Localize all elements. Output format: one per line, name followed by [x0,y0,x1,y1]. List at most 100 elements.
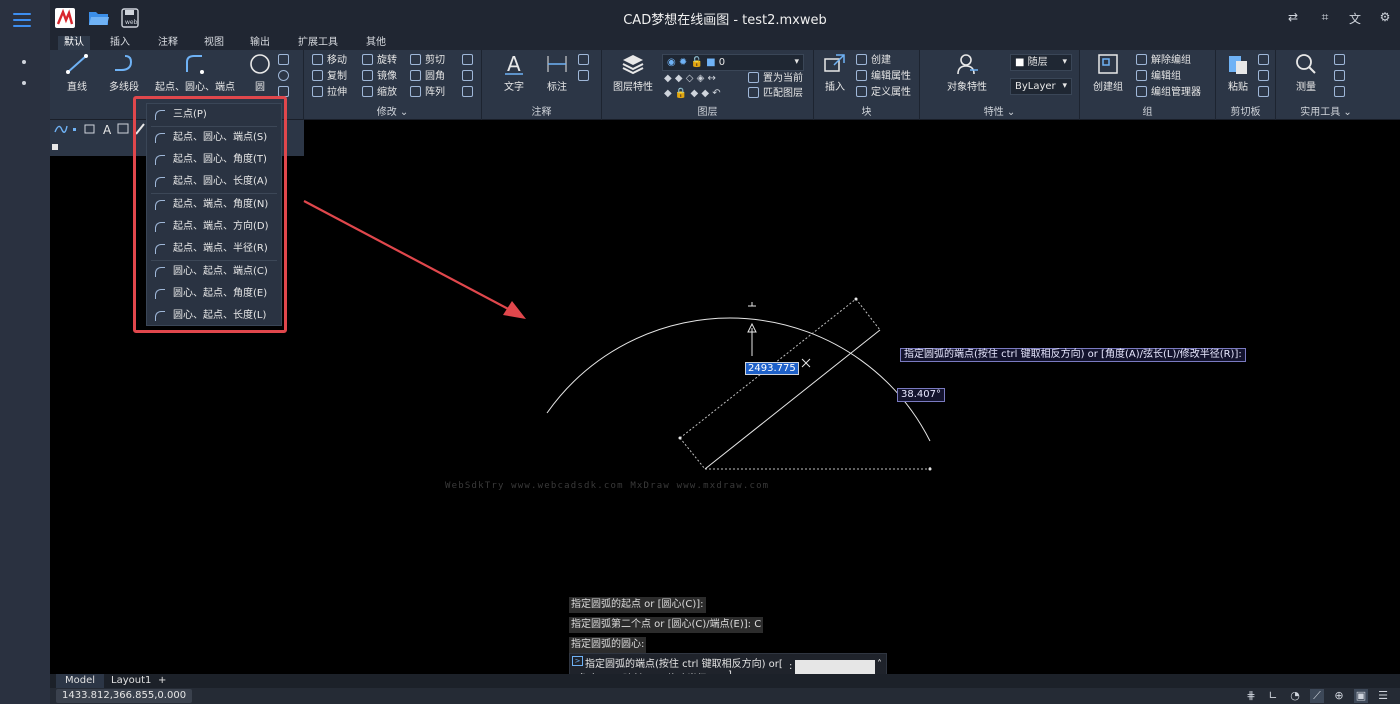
rail-dot-icon[interactable] [22,60,26,64]
group-manager-button[interactable]: 编组管理器 [1136,86,1201,100]
cursor-coordinates: 1433.812,366.855,0.000 [56,689,193,703]
quick-select-icon[interactable] [1334,70,1349,84]
dynamic-input-icon[interactable]: ▣ [1354,689,1368,703]
measure-label: 测量 [1296,82,1316,93]
copy-button[interactable]: 复制 [312,70,347,84]
erase-icon[interactable] [462,54,477,68]
layer-properties-label: 图层特性 [613,82,653,93]
ungroup-icon [1136,54,1147,65]
layer-properties-button[interactable]: 图层特性 [610,52,656,93]
mirror-button[interactable]: 镜像 [362,70,397,84]
select-all-icon[interactable] [1334,54,1349,68]
tab-output[interactable]: 输出 [244,36,276,50]
ellipse-icon[interactable] [278,70,293,84]
group-group-label: 组 [1142,107,1153,118]
create-group-button[interactable]: 创建组 [1088,52,1128,93]
utilities-group-label[interactable]: 实用工具 ⌄ [1276,106,1376,119]
pin-icon[interactable] [52,144,58,150]
insert-block-button[interactable]: 插入 [820,52,850,93]
measure-button[interactable]: 测量 [1286,52,1326,93]
translate-icon[interactable]: 文 [1346,10,1364,26]
osnap-icon[interactable]: ⟋ [1310,689,1324,703]
tab-view[interactable]: 视图 [198,36,230,50]
ortho-icon[interactable]: ∟ [1266,689,1280,703]
layers-group-label: 图层 [697,107,718,118]
tab-insert[interactable]: 插入 [104,36,136,50]
utilities-group: 测量 实用工具 ⌄ [1276,50,1376,120]
block-group: 插入 创建 编辑属性 定义属性 块 [814,50,920,120]
define-attr-button[interactable]: 定义属性 [856,86,911,100]
cut-icon[interactable] [1258,70,1273,84]
arc-button[interactable]: 起点、圆心、端点 [150,52,240,93]
edit-group-button[interactable]: 编辑组 [1136,70,1181,84]
circle-button[interactable]: 圆 [246,52,274,93]
offset-icon[interactable] [462,86,477,100]
leader-icon[interactable] [578,70,593,84]
tab-model[interactable]: Model [56,674,105,688]
stretch-icon [312,86,323,97]
calculator-icon[interactable] [1334,86,1349,100]
move-button[interactable]: 移动 [312,54,347,68]
layers-stack-icon [622,55,644,75]
create-block-icon [856,54,867,65]
grid-icon[interactable]: ⋕ [1244,689,1258,703]
rotate-button[interactable]: 旋转 [362,54,397,68]
ungroup-button[interactable]: 解除编组 [1136,54,1191,68]
match-props-icon[interactable] [1258,86,1273,100]
copy-clip-icon[interactable] [1258,54,1273,68]
ribbon-tabs: 默认 插入 注释 视图 输出 扩展工具 其他 [50,36,1400,50]
hamburger-menu-icon[interactable] [13,13,31,29]
otrack-icon[interactable]: ⊕ [1332,689,1346,703]
stretch-button[interactable]: 拉伸 [312,86,347,100]
object-properties-button[interactable]: 对象特性 [938,52,996,93]
line-button[interactable]: 直线 [60,52,94,93]
create-block-button[interactable]: 创建 [856,54,891,68]
match-layer-button[interactable]: 匹配图层 [748,87,803,101]
fillet-button[interactable]: 圆角 [410,70,445,84]
paste-button[interactable]: 粘贴 [1220,52,1256,93]
edit-attr-button[interactable]: 编辑属性 [856,70,911,84]
ai-icon[interactable]: ⌗ [1316,10,1334,26]
explode-icon[interactable] [462,70,477,84]
rail-dot-icon[interactable] [22,81,26,85]
dimension-button[interactable]: 标注 [540,52,574,93]
tab-extensions[interactable]: 扩展工具 [292,36,344,50]
tab-default[interactable]: 默认 [58,36,90,50]
swap-icon[interactable]: ⇄ [1284,10,1302,26]
insert-block-icon [824,54,845,72]
layer-tools-icons[interactable]: ◆ ◆ ◇ ◈ ↔ [664,72,716,86]
layout-tab-bar: Model Layout1 + [50,674,1400,688]
annotation-group-label: 注释 [531,107,552,118]
rectangle-icon[interactable] [278,54,293,68]
chevron-up-icon[interactable]: ˄ [877,659,882,670]
lineweight-icon[interactable]: ☰ [1376,689,1390,703]
tab-other[interactable]: 其他 [360,36,392,50]
paste-label: 粘贴 [1228,82,1248,93]
set-current-button[interactable]: 置为当前 [748,72,803,86]
tab-annotate[interactable]: 注释 [152,36,184,50]
polyline-button[interactable]: 多线段 [104,52,144,93]
add-layout-button[interactable]: + [152,674,172,688]
scale-button[interactable]: 缩放 [362,86,397,100]
polar-icon[interactable]: ◔ [1288,689,1302,703]
linetype-select[interactable]: ByLayer [1010,78,1072,95]
mirror-icon [362,70,373,81]
trim-icon [410,54,421,65]
clipboard-group: 粘贴 剪切板 [1216,50,1276,120]
command-input[interactable] [795,660,875,675]
length-dynamic-input[interactable]: 2493.775 [745,362,799,375]
trim-button[interactable]: 剪切 [410,54,445,68]
command-history-line: 指定圆弧的圆心: [569,637,647,653]
settings-gear-icon[interactable]: ⚙ [1376,10,1394,26]
color-select[interactable]: ■ 随层 [1010,54,1072,71]
layer-select[interactable]: ◉ ✹ 🔓 ■ 0 [662,54,804,71]
text-button[interactable]: A 文字 [494,52,534,93]
group-manager-icon [1136,86,1147,97]
array-button[interactable]: 阵列 [410,86,445,100]
command-history-line: 指定圆弧的起点 or [圆心(C)]: [569,597,706,613]
modify-group-label[interactable]: 修改 ⌄ [304,106,481,119]
linear-dim-icon[interactable] [578,54,593,68]
layer-tools-icons-2[interactable]: ◆ 🔒 ◆ ◆ ↶ [664,87,721,101]
create-group-icon [1098,54,1118,74]
properties-group-label[interactable]: 特性 ⌄ [920,106,1079,119]
